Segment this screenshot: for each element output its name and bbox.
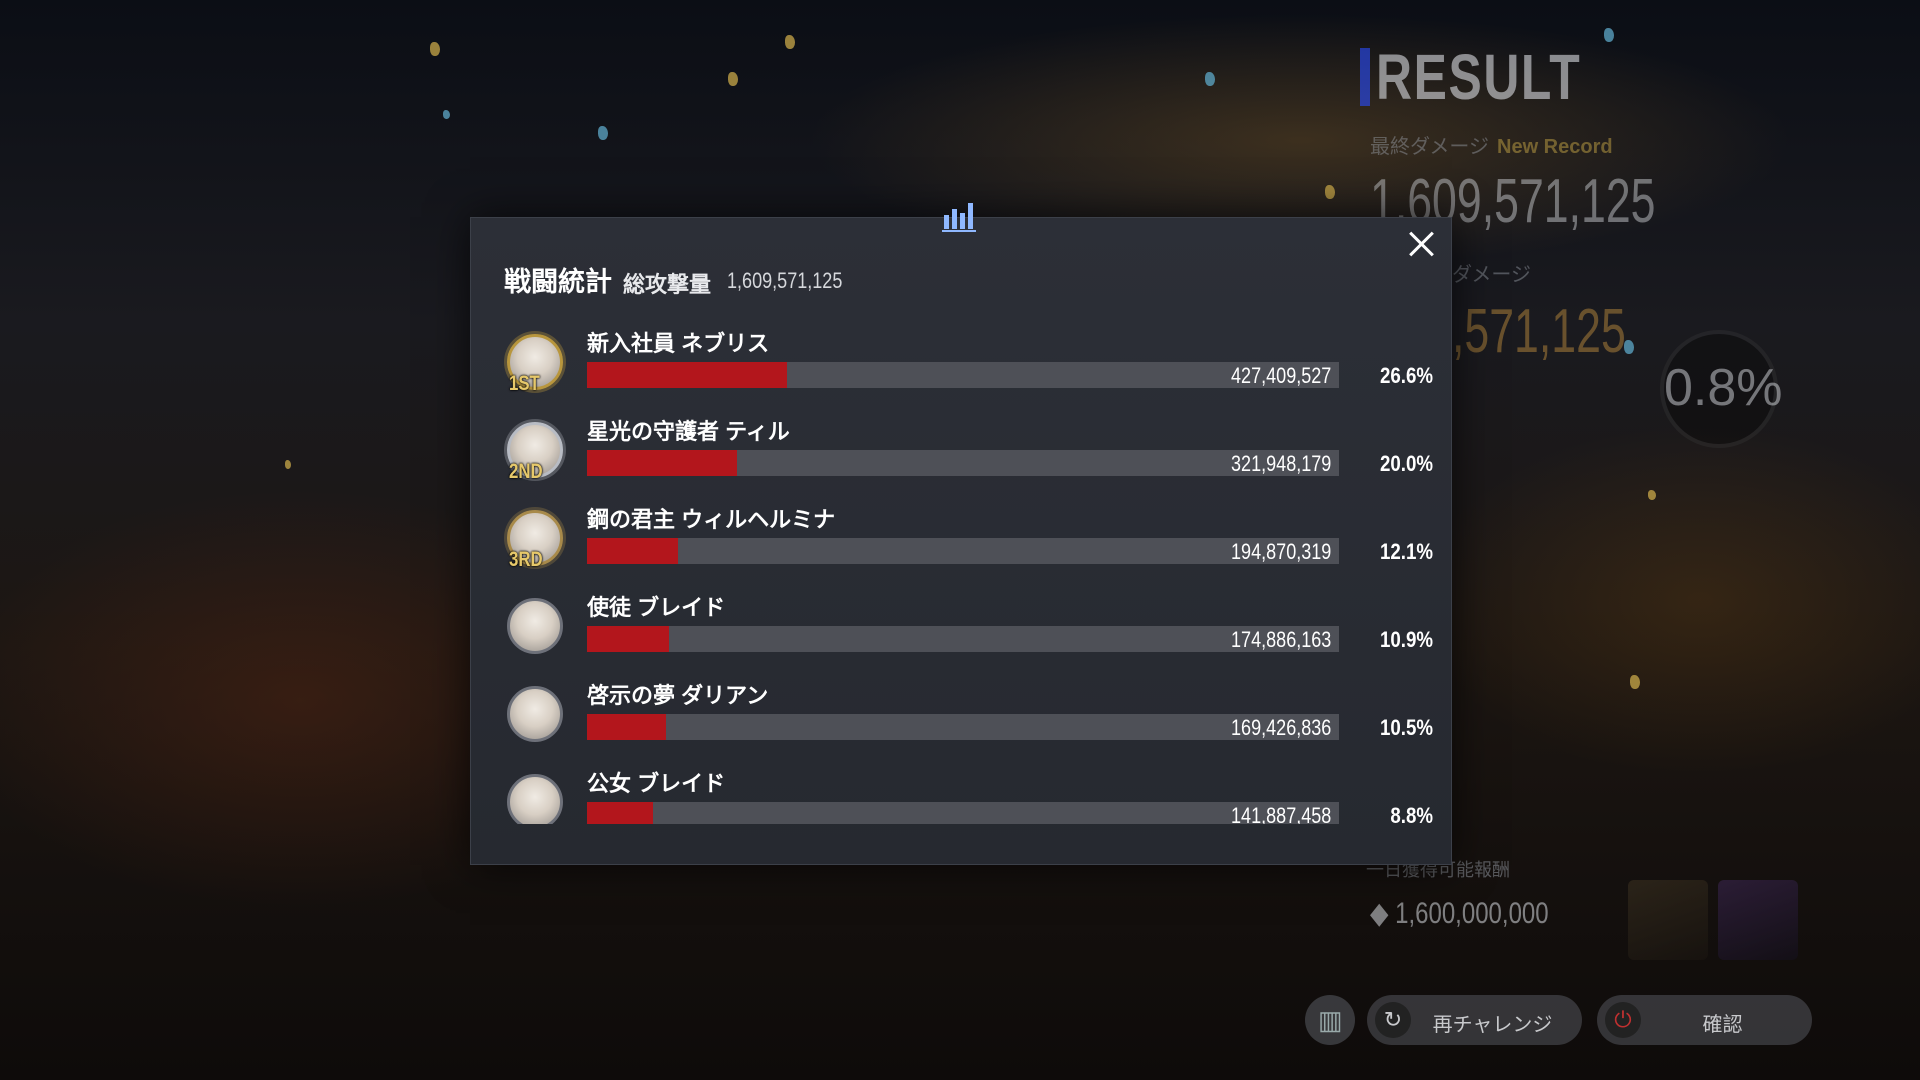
character-name: 使徒 ブレイド xyxy=(587,595,726,620)
bar-chart-icon xyxy=(942,203,976,232)
rank-badge: 2ND xyxy=(509,460,543,483)
damage-percent: 26.6% xyxy=(1379,363,1433,388)
damage-label: ダメージ xyxy=(1452,264,1531,286)
rank-badge: 3RD xyxy=(509,548,543,571)
character-name: 鋼の君主 ウィルヘルミナ xyxy=(587,507,836,532)
damage-value: 194,870,319 xyxy=(1230,539,1331,564)
character-damage-list[interactable]: 1ST 新入社員 ネブリス 427,409,527 26.6% 2ND 星光の守… xyxy=(471,218,1451,824)
close-button[interactable] xyxy=(1404,226,1440,262)
list-item: 公女 ブレイド 141,887,458 8.8% xyxy=(471,766,1451,824)
avatar xyxy=(507,598,563,654)
gauge-value: 0.8% xyxy=(1664,359,1783,417)
damage-bar: 427,409,527 xyxy=(587,362,1339,388)
damage-value: 321,948,179 xyxy=(1230,451,1331,476)
damage-bar: 321,948,179 xyxy=(587,450,1339,476)
damage-value: ,571,125 xyxy=(1452,297,1626,366)
avatar xyxy=(507,774,563,824)
damage-ratio-gauge: 0.8% xyxy=(1660,330,1783,448)
damage-value: 174,886,163 xyxy=(1230,627,1331,652)
retry-button-label: 再チャレンジ xyxy=(1432,1014,1553,1036)
reward-item-icon[interactable] xyxy=(1628,880,1708,960)
damage-bar: 141,887,458 xyxy=(587,802,1339,824)
damage-value: 141,887,458 xyxy=(1230,803,1331,824)
damage-bar-fill xyxy=(587,450,738,476)
rank-badge: 1ST xyxy=(509,372,540,395)
confirm-button[interactable]: ⏻ 確認 xyxy=(1597,995,1812,1045)
bar-chart-icon: ▥ xyxy=(1318,1005,1343,1035)
confirm-button-label: 確認 xyxy=(1702,1014,1743,1036)
damage-percent: 20.0% xyxy=(1379,451,1433,476)
damage-percent: 8.8% xyxy=(1390,803,1433,824)
list-item: 使徒 ブレイド 174,886,163 10.9% xyxy=(471,590,1451,678)
damage-bar: 169,426,836 xyxy=(587,714,1339,740)
damage-percent: 12.1% xyxy=(1379,539,1433,564)
final-damage-label: 最終ダメージ New Record xyxy=(1370,130,1613,159)
result-title-accent xyxy=(1360,48,1370,106)
list-item: 啓示の夢 ダリアン 169,426,836 10.5% xyxy=(471,678,1451,766)
result-title: RESULT xyxy=(1376,41,1582,113)
reward-item-icon[interactable] xyxy=(1718,880,1798,960)
character-name: 新入社員 ネブリス xyxy=(587,331,770,356)
final-damage-label-text: 最終ダメージ xyxy=(1370,136,1489,158)
retry-button[interactable]: ↻ 再チャレンジ xyxy=(1367,995,1582,1045)
list-item: 2ND 星光の守護者 ティル 321,948,179 20.0% xyxy=(471,414,1451,502)
list-item: 1ST 新入社員 ネブリス 427,409,527 26.6% xyxy=(471,326,1451,414)
damage-bar: 194,870,319 xyxy=(587,538,1339,564)
damage-bar: 174,886,163 xyxy=(587,626,1339,652)
damage-value: 169,426,836 xyxy=(1230,715,1331,740)
damage-bar-fill xyxy=(587,362,788,388)
battle-stats-modal: 戦闘統計 総攻撃量 1,609,571,125 1ST 新入社員 ネブリス 42… xyxy=(470,217,1452,865)
character-name: 公女 ブレイド xyxy=(587,771,726,796)
damage-bar-fill xyxy=(587,538,678,564)
character-name: 啓示の夢 ダリアン xyxy=(587,683,769,708)
damage-percent: 10.9% xyxy=(1379,627,1433,652)
new-record-label: New Record xyxy=(1497,136,1613,158)
power-icon: ⏻ xyxy=(1605,1002,1641,1038)
damage-bar-fill xyxy=(587,802,654,824)
avatar xyxy=(507,686,563,742)
character-name: 星光の守護者 ティル xyxy=(587,419,790,444)
daily-reward-value: ◆ 1,600,000,000 xyxy=(1370,897,1549,930)
damage-bar-fill xyxy=(587,626,669,652)
retry-icon: ↻ xyxy=(1375,1002,1411,1038)
list-item: 3RD 鋼の君主 ウィルヘルミナ 194,870,319 12.1% xyxy=(471,502,1451,590)
damage-value: 427,409,527 xyxy=(1230,363,1331,388)
damage-percent: 10.5% xyxy=(1379,715,1433,740)
stats-button[interactable]: ▥ xyxy=(1305,995,1355,1045)
daily-reward-number: 1,600,000,000 xyxy=(1395,897,1549,930)
damage-bar-fill xyxy=(587,714,666,740)
